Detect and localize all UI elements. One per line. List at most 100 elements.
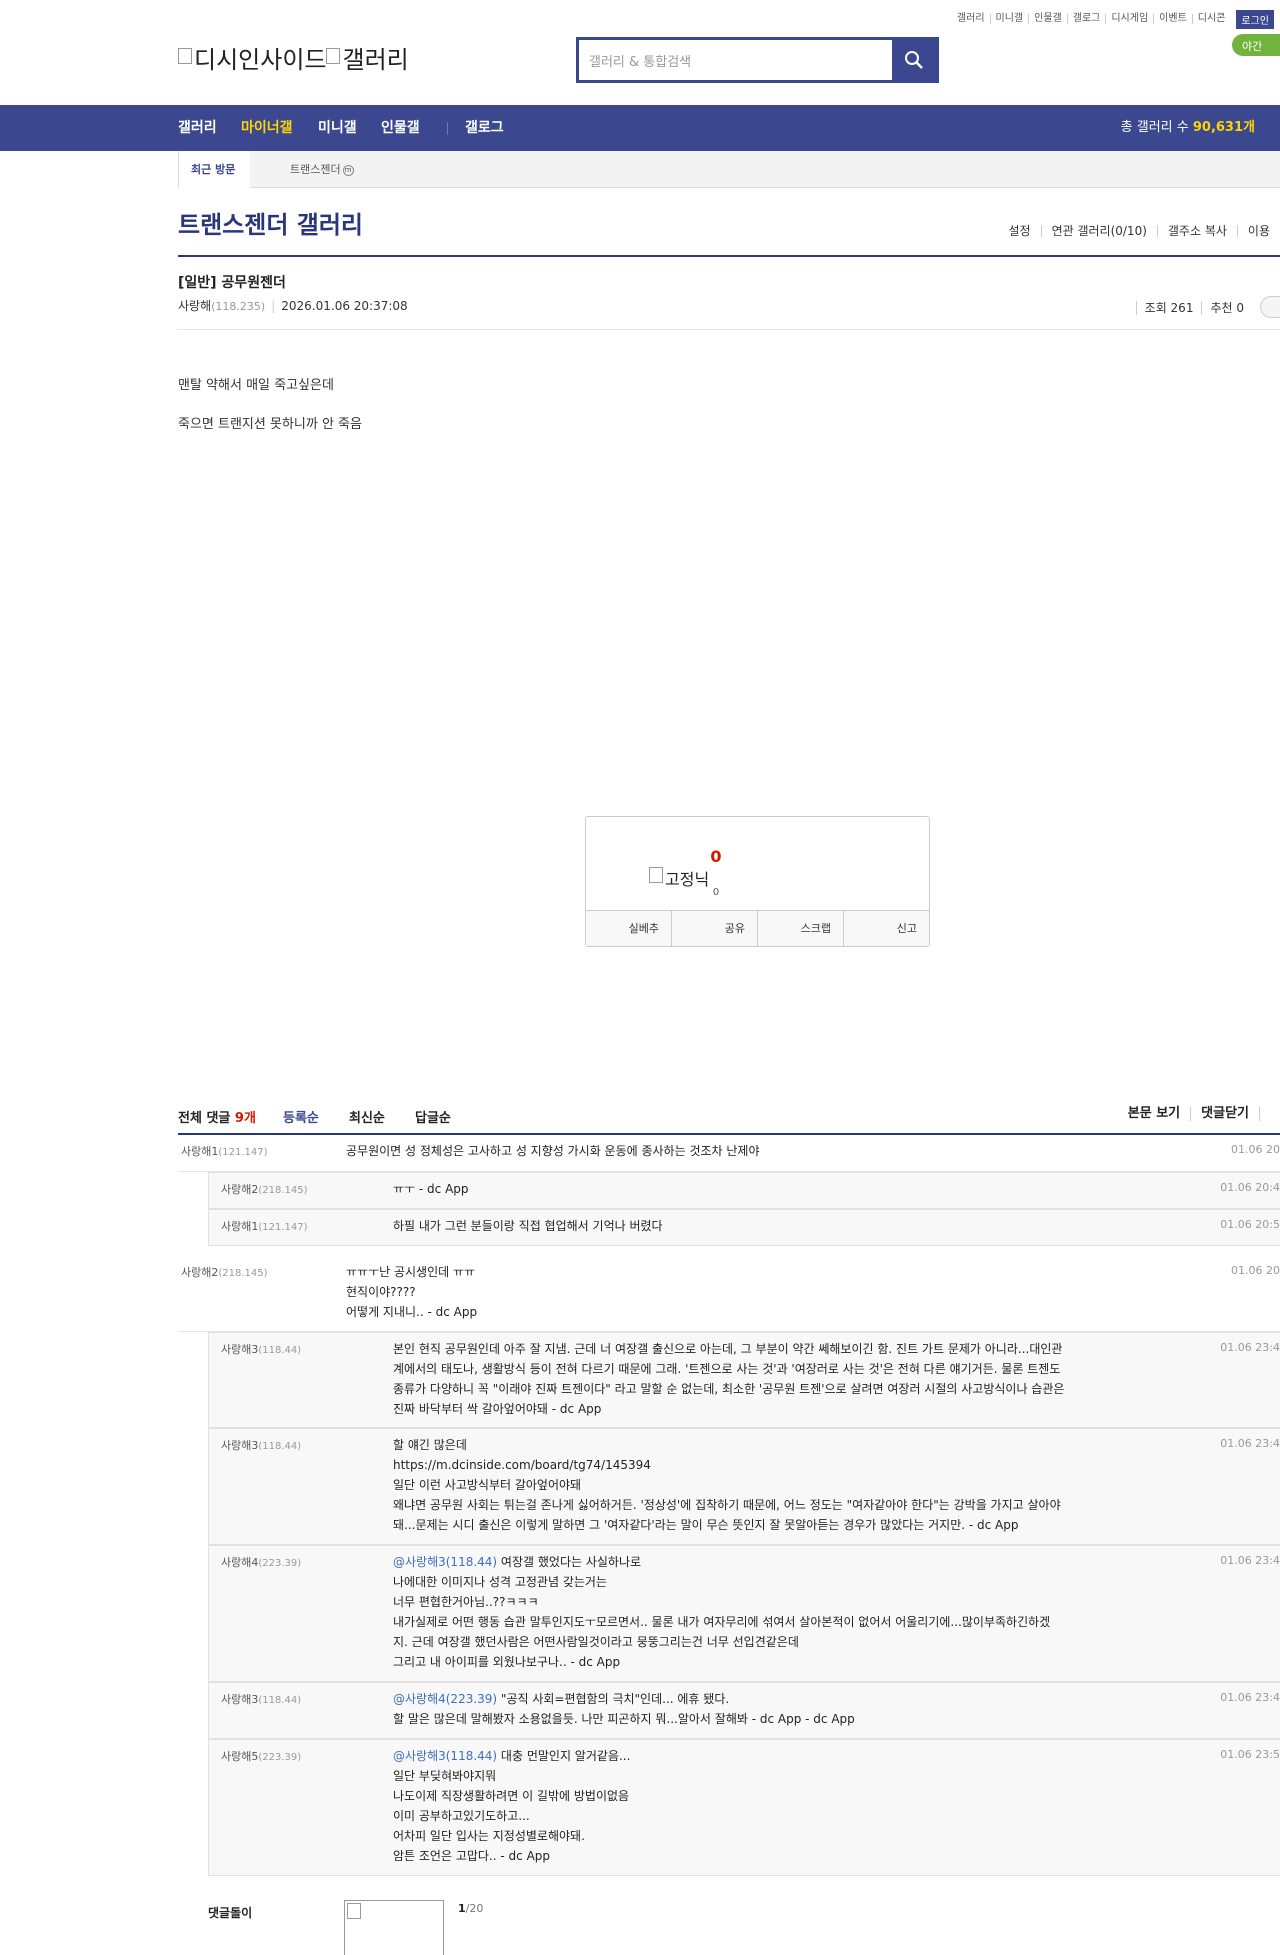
reply-comment: 사랑해3(118.44) @사랑해4(223.39) "공직 사회=편협함의 극… [208,1682,1280,1739]
broken-image-icon [326,47,341,64]
post-stats: 조회 261 추천 0 [1135,299,1252,316]
search-button[interactable] [892,40,936,80]
logo-alt-text: 디시인사이드 [194,46,327,74]
order-by-latest[interactable]: 최신순 [349,1107,385,1126]
comment: 사랑해2(218.145) ㅠㅠㅜ난 공시생인데 ㅠㅠ 현직이야???? 어떻게 지… [178,1256,1280,1332]
top-utility-bar: 갤러리 미니갤 인물갤 갤로그 디시게임 이벤트 디시콘 로그인 [952,9,1280,29]
search-icon [905,51,923,69]
util-link-gallery[interactable]: 갤러리 [952,14,990,24]
recent-visited-item[interactable]: 트랜스젠더 m [290,151,354,188]
mention-link[interactable]: @사랑해3(118.44) [393,1555,497,1569]
util-link-dccon[interactable]: 디시콘 [1191,14,1231,24]
comment-nick[interactable]: 사랑해3(118.44) [221,1341,301,1357]
comment-text: ㅠㅜ - dc App [393,1182,469,1196]
logo-alt-text-2: 갤러리 [342,46,409,74]
comment-date: 01.06 23:4 [1220,1691,1280,1704]
post-author[interactable]: 사랑해 [178,299,211,313]
post-body-line: 맨탈 약해서 매일 죽고싶은데 [178,378,334,393]
util-link-gallog[interactable]: 갤로그 [1066,14,1106,24]
fixed-nick-count: 0 [712,887,720,898]
comment-text: 공무원이면 성 정체성은 고사하고 성 지향성 가시화 운동에 종사하는 것조차… [346,1144,760,1158]
post-title: [일반] 공무원젠더 [178,275,286,291]
util-link-event[interactable]: 이벤트 [1153,14,1192,24]
comment-nick[interactable]: 사랑해3(118.44) [221,1691,301,1707]
nav-gallery[interactable]: 갤러리 [178,105,217,151]
comment-date: 01.06 20:4 [1220,1181,1280,1194]
comment-date: 01.06 20:5 [1220,1218,1280,1231]
view-body-link[interactable]: 본문 보기 [1118,1107,1190,1121]
gallery-settings-link[interactable]: 설정 [998,225,1040,237]
best-recommend-button[interactable]: 실베추 [586,911,671,946]
close-comments-link[interactable]: 댓글닫기 [1190,1107,1259,1121]
broken-image-icon [347,1903,361,1919]
post-info: 사랑해(118.235) | 2026.01.06 20:37:08 [178,299,408,313]
nav-divider [447,122,448,135]
divider [178,329,1280,330]
copy-address-link[interactable]: 갤주소 복사 [1156,225,1237,237]
login-button[interactable]: 로그인 [1236,9,1274,29]
post-recommend-count: 추천 0 [1201,301,1252,315]
total-gallery-count: 총 갤러리 수 90,631개 [1120,120,1255,135]
share-button[interactable]: 공유 [671,911,757,946]
site-logo[interactable]: 디시인사이드 갤러리 [178,40,409,75]
main-nav: 갤러리 마이너갤 미니갤 인물갤 갤로그 총 갤러리 수 90,631개 [0,105,1280,151]
util-link-minigall[interactable]: 미니갤 [989,14,1029,24]
nav-minigall[interactable]: 미니갤 [318,105,357,151]
comment-nick[interactable]: 사랑해1(121.147) [181,1143,268,1159]
post-author-ip: (118.235) [211,300,266,313]
post-body-line: 죽으면 트랜지션 못하니까 안 죽음 [178,417,362,432]
reply-comment: 사랑해2(218.145) ㅠㅜ - dc App 01.06 20:4 [208,1172,1280,1209]
search-input[interactable]: 갤러리 & 통합검색 [579,40,892,80]
order-by-register[interactable]: 등록순 [283,1107,319,1126]
comment-nick[interactable]: 사랑해2(218.145) [181,1264,268,1280]
util-link-dcgame[interactable]: 디시게임 [1105,14,1153,24]
nav-persongall[interactable]: 인물갤 [381,105,420,151]
gallery-title[interactable]: 트랜스젠더 갤러리 [178,205,363,240]
reply-comment: 사랑해5(223.39) @사랑해3(118.44) 대충 먼말인지 알거같음.… [208,1739,1280,1876]
nav-gallog[interactable]: 갤로그 [465,105,504,151]
comment: 사랑해1(121.147) 공무원이면 성 정체성은 고사하고 성 지향성 가시… [178,1135,1280,1172]
order-by-reply[interactable]: 답글순 [415,1107,451,1126]
comment-bot-label: 댓글돌이 [208,1906,253,1920]
nav-minorgall[interactable]: 마이너갤 [241,105,293,151]
comments-more[interactable] [1259,1107,1280,1121]
divider [178,255,1280,257]
report-button[interactable]: 신고 [843,911,929,946]
reply-comment: 사랑해1(121.147) 하필 내가 그런 분들이랑 직접 협업해서 기억나 … [208,1209,1280,1246]
mention-link[interactable]: @사랑해3(118.44) [393,1749,497,1763]
post-options-button[interactable] [1260,296,1280,318]
usage-link[interactable]: 이용 [1236,225,1280,237]
recent-visit-tab[interactable]: 최근 방문 [178,151,250,188]
comment-bot-image[interactable] [344,1900,444,1955]
comment-nick[interactable]: 사랑해1(121.147) [221,1218,308,1234]
comment-text: ㅠㅠㅜ난 공시생인데 ㅠㅠ 현직이야???? 어떻게 지내니.. - dc App [346,1265,478,1319]
search-box: 갤러리 & 통합검색 [576,37,939,83]
comment-nick[interactable]: 사랑해2(218.145) [221,1181,308,1197]
comment-text: @사랑해3(118.44) 대충 먼말인지 알거같음... 일단 부딪혀봐야지뭐… [393,1749,631,1863]
comment-text: @사랑해4(223.39) "공직 사회=편협함의 극치"인데... 에휴 됐다… [393,1692,855,1726]
recent-visit-bar: 최근 방문 트랜스젠더 m [178,151,1280,188]
comment-date: 01.06 23:5 [1220,1748,1280,1761]
comment-bot-pager[interactable]: 1/20 [458,1902,483,1915]
comment-nick[interactable]: 사랑해3(118.44) [221,1437,301,1453]
comment-nick[interactable]: 사랑해5(223.39) [221,1748,301,1764]
recommend-box: 0 고정닉 0 실베추 공유 스크랩 신고 [585,816,930,947]
post-date: 2026.01.06 20:37:08 [281,299,408,313]
mention-link[interactable]: @사랑해4(223.39) [393,1692,497,1706]
reply-comment: 사랑해4(223.39) @사랑해3(118.44) 여장갤 했었다는 사실하나… [208,1545,1280,1682]
comment-text: @사랑해3(118.44) 여장갤 했었다는 사실하나로 나에대한 이미지나 성… [393,1555,1051,1669]
comment-text: 하필 내가 그런 분들이랑 직접 협업해서 기억나 버렸다 [393,1219,663,1233]
night-mode-toggle[interactable]: 야간 모드 [1232,34,1280,69]
comment-nick[interactable]: 사랑해4(223.39) [221,1554,301,1570]
comment-date: 01.06 20 [1231,1143,1280,1156]
comments-header: 전체 댓글 9개 등록순 최신순 답글순 본문 보기 댓글닫기 [178,1107,1280,1135]
broken-image-icon [649,867,663,883]
comment-date: 01.06 23:4 [1220,1554,1280,1567]
post-views: 조회 261 [1135,301,1202,315]
comments-count: 전체 댓글 9개 [178,1111,256,1126]
comment-date: 01.06 23:4 [1220,1341,1280,1354]
related-gallery-link[interactable]: 연관 갤러리(0/10) [1040,225,1157,237]
util-link-persongall[interactable]: 인물갤 [1028,14,1067,24]
scrap-button[interactable]: 스크랩 [757,911,843,946]
minor-badge-icon: m [342,164,354,176]
